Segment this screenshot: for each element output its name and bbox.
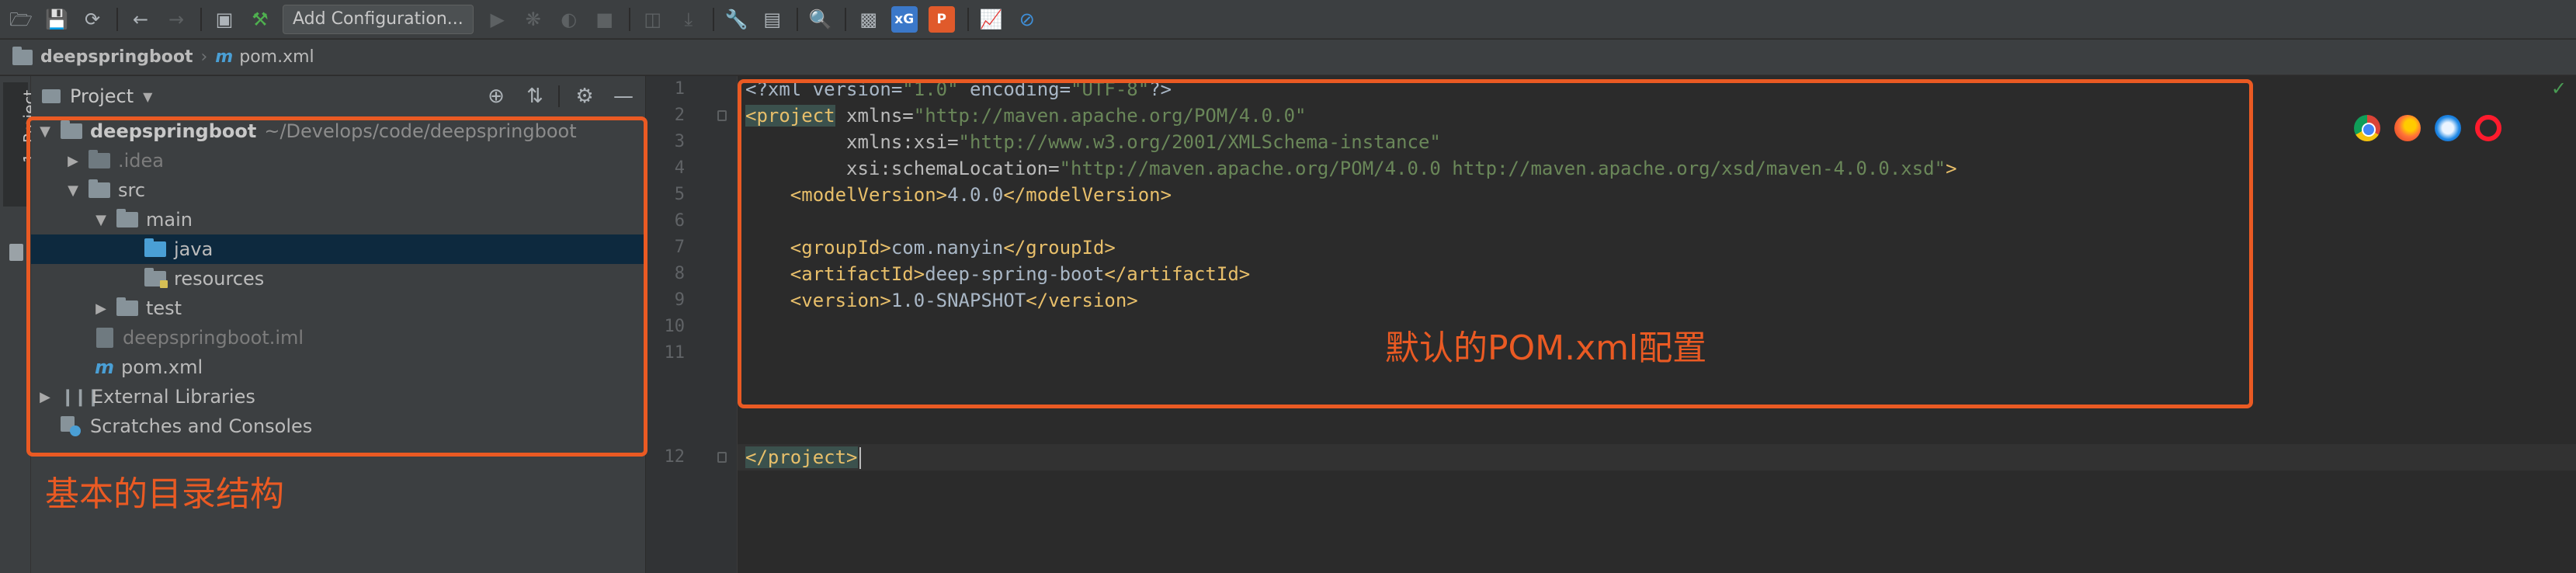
panel-tools: ⊕ ⇅ ⚙ — [471, 82, 637, 110]
annotation-label-pom: 默认的POM.xml配置 [1385, 328, 1707, 368]
safari-icon[interactable] [2435, 115, 2461, 141]
line-number: 5 [674, 185, 685, 204]
project-view-selector[interactable]: Project [70, 85, 134, 107]
editor-gutter: 1 2 3 4 5 6 7 8 9 10 11 12 [646, 76, 738, 573]
line-number: 12 [664, 447, 686, 467]
minimize-icon[interactable]: — [609, 82, 637, 110]
code-token: </project> [745, 446, 858, 468]
chevron-down-icon[interactable]: ▼ [143, 89, 152, 104]
deploy-icon[interactable]: ⤓ [675, 6, 702, 33]
fold-marker-icon[interactable] [717, 452, 727, 463]
run-icon[interactable]: ▶ [484, 6, 511, 33]
toolbar-separator [796, 7, 798, 31]
annotation-box-tree [26, 116, 647, 457]
terminal-window-icon[interactable]: ▩ [856, 6, 882, 33]
line-number: 3 [674, 132, 685, 151]
chart-icon[interactable]: 📈 [978, 6, 1005, 33]
coverage-icon[interactable]: ◐ [556, 6, 582, 33]
office-badge-icon[interactable]: P [928, 5, 955, 33]
line-number: 10 [664, 317, 686, 336]
breadcrumb-file[interactable]: pom.xml [239, 47, 314, 67]
chrome-icon[interactable] [2354, 115, 2380, 141]
wrench-icon[interactable]: 🔧 [724, 6, 750, 33]
no-entry-icon[interactable]: ⊘ [1014, 6, 1040, 33]
main-toolbar: 🗁 💾 ⟳ ← → ▣ ⚒ Add Configuration... ▶ ❋ ◐… [0, 0, 2576, 39]
toolbar-separator [712, 7, 714, 31]
opera-icon[interactable] [2475, 115, 2501, 141]
toolbar-separator [116, 7, 118, 31]
locate-crosshair-icon[interactable]: ⊕ [482, 82, 510, 110]
debug-icon[interactable]: ❋ [520, 6, 547, 33]
line-number: 9 [674, 290, 685, 310]
search-icon[interactable]: 🔍 [807, 6, 834, 33]
breadcrumb-project[interactable]: deepspringboot [40, 47, 193, 67]
line-number: 7 [674, 238, 685, 257]
line-number: 2 [674, 106, 685, 125]
structure-tool-icon[interactable] [9, 244, 23, 261]
project-structure-icon[interactable]: ▣ [211, 6, 238, 33]
forward-arrow-icon[interactable]: → [163, 6, 189, 33]
toolbar-separator [200, 7, 202, 31]
project-settings-icon[interactable]: ▤ [759, 6, 786, 33]
caret-row-highlight [738, 444, 2576, 471]
sync-icon[interactable]: ⟳ [79, 6, 106, 33]
browser-preview-icons [2340, 115, 2501, 141]
stop-icon[interactable]: ■ [592, 6, 618, 33]
toolbar-separator [967, 7, 969, 31]
project-folder-icon [12, 46, 33, 65]
panel-tools-separator [558, 85, 560, 107]
fold-marker-icon[interactable] [717, 110, 727, 121]
add-configuration-button[interactable]: Add Configuration... [283, 4, 474, 34]
open-folder-icon[interactable]: 🗁 [8, 6, 34, 33]
xdoclet-badge-icon[interactable]: xG [890, 5, 918, 33]
attach-icon[interactable]: ◫ [640, 6, 666, 33]
maven-file-icon: m [215, 47, 234, 67]
line-number: 4 [674, 158, 685, 178]
breadcrumb: deepspringboot › m pom.xml [0, 40, 2576, 75]
build-hammer-icon[interactable]: ⚒ [247, 6, 273, 33]
text-caret [859, 447, 861, 469]
project-view-icon [42, 89, 61, 103]
save-icon[interactable]: 💾 [43, 6, 70, 33]
line-number: 8 [674, 264, 685, 283]
code-line-12: </project> [745, 444, 861, 471]
firefox-icon[interactable] [2394, 115, 2421, 141]
back-arrow-icon[interactable]: ← [127, 6, 154, 33]
annotation-label-tree: 基本的目录结构 [45, 474, 284, 514]
inspection-ok-icon[interactable]: ✓ [2551, 78, 2567, 99]
line-number: 1 [674, 79, 685, 99]
collapse-all-icon[interactable]: ⇅ [521, 82, 549, 110]
line-number: 6 [674, 211, 685, 231]
toolbar-separator [844, 7, 846, 31]
toolbar-separator [628, 7, 630, 31]
line-number: 11 [664, 343, 686, 363]
gear-icon[interactable]: ⚙ [571, 82, 599, 110]
chevron-right-icon: › [200, 47, 208, 67]
